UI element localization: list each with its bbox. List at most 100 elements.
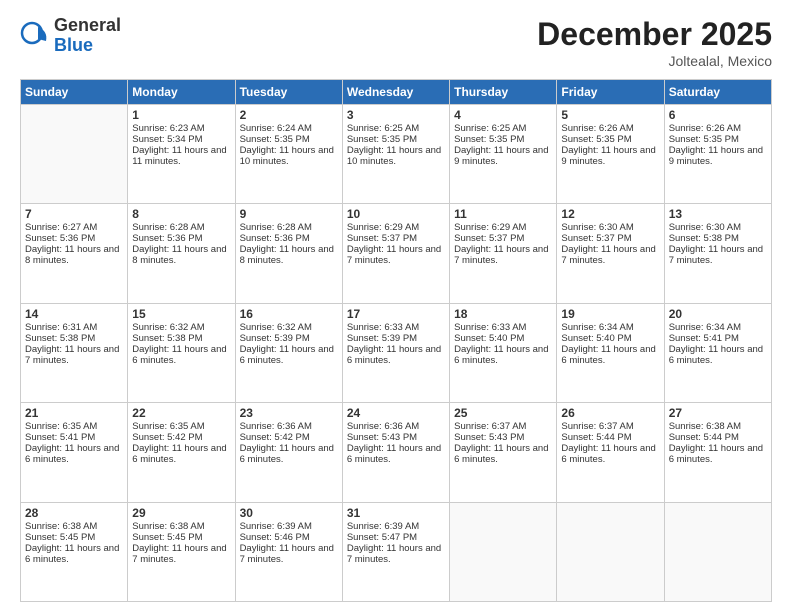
day-info: Sunset: 5:35 PM: [240, 134, 338, 145]
day-cell: 27Sunrise: 6:38 AMSunset: 5:44 PMDayligh…: [664, 403, 771, 502]
day-info: Daylight: 11 hours and 9 minutes.: [561, 145, 659, 167]
day-info: Sunrise: 6:25 AM: [347, 123, 445, 134]
day-info: Sunset: 5:45 PM: [25, 532, 123, 543]
weekday-header-thursday: Thursday: [450, 80, 557, 105]
weekday-header-friday: Friday: [557, 80, 664, 105]
day-number: 21: [25, 406, 123, 420]
day-info: Daylight: 11 hours and 6 minutes.: [669, 344, 767, 366]
day-cell: 18Sunrise: 6:33 AMSunset: 5:40 PMDayligh…: [450, 303, 557, 402]
day-cell: 24Sunrise: 6:36 AMSunset: 5:43 PMDayligh…: [342, 403, 449, 502]
week-row-0: 1Sunrise: 6:23 AMSunset: 5:34 PMDaylight…: [21, 105, 772, 204]
day-number: 22: [132, 406, 230, 420]
day-info: Sunset: 5:39 PM: [240, 333, 338, 344]
day-number: 16: [240, 307, 338, 321]
day-info: Sunrise: 6:25 AM: [454, 123, 552, 134]
day-info: Sunset: 5:46 PM: [240, 532, 338, 543]
day-info: Daylight: 11 hours and 7 minutes.: [132, 543, 230, 565]
day-info: Sunrise: 6:24 AM: [240, 123, 338, 134]
day-info: Sunset: 5:40 PM: [561, 333, 659, 344]
day-number: 23: [240, 406, 338, 420]
day-number: 27: [669, 406, 767, 420]
day-info: Sunrise: 6:38 AM: [132, 521, 230, 532]
day-number: 13: [669, 207, 767, 221]
page: General Blue December 2025 Joltealal, Me…: [0, 0, 792, 612]
day-info: Daylight: 11 hours and 7 minutes.: [347, 244, 445, 266]
day-info: Daylight: 11 hours and 8 minutes.: [132, 244, 230, 266]
day-number: 5: [561, 108, 659, 122]
day-info: Sunset: 5:38 PM: [669, 233, 767, 244]
day-info: Sunrise: 6:37 AM: [561, 421, 659, 432]
day-number: 1: [132, 108, 230, 122]
day-number: 15: [132, 307, 230, 321]
day-number: 11: [454, 207, 552, 221]
day-info: Sunset: 5:35 PM: [454, 134, 552, 145]
day-info: Sunset: 5:40 PM: [454, 333, 552, 344]
day-info: Daylight: 11 hours and 6 minutes.: [132, 344, 230, 366]
calendar-header: SundayMondayTuesdayWednesdayThursdayFrid…: [21, 80, 772, 105]
day-info: Sunrise: 6:27 AM: [25, 222, 123, 233]
day-info: Sunset: 5:36 PM: [25, 233, 123, 244]
day-info: Sunset: 5:43 PM: [454, 432, 552, 443]
day-info: Sunset: 5:37 PM: [347, 233, 445, 244]
day-info: Sunset: 5:38 PM: [132, 333, 230, 344]
day-info: Sunrise: 6:35 AM: [132, 421, 230, 432]
day-info: Daylight: 11 hours and 8 minutes.: [25, 244, 123, 266]
day-info: Sunset: 5:43 PM: [347, 432, 445, 443]
day-info: Sunrise: 6:31 AM: [25, 322, 123, 333]
day-info: Sunset: 5:35 PM: [561, 134, 659, 145]
header: General Blue December 2025 Joltealal, Me…: [20, 16, 772, 69]
day-info: Sunrise: 6:32 AM: [132, 322, 230, 333]
day-cell: 26Sunrise: 6:37 AMSunset: 5:44 PMDayligh…: [557, 403, 664, 502]
day-info: Daylight: 11 hours and 6 minutes.: [669, 443, 767, 465]
logo-general-text: General: [54, 16, 121, 36]
day-info: Sunrise: 6:39 AM: [240, 521, 338, 532]
day-cell: [664, 502, 771, 601]
day-info: Daylight: 11 hours and 8 minutes.: [240, 244, 338, 266]
day-info: Sunrise: 6:30 AM: [669, 222, 767, 233]
day-cell: 12Sunrise: 6:30 AMSunset: 5:37 PMDayligh…: [557, 204, 664, 303]
weekday-header-sunday: Sunday: [21, 80, 128, 105]
day-number: 17: [347, 307, 445, 321]
day-info: Daylight: 11 hours and 6 minutes.: [347, 344, 445, 366]
day-cell: 28Sunrise: 6:38 AMSunset: 5:45 PMDayligh…: [21, 502, 128, 601]
day-cell: 30Sunrise: 6:39 AMSunset: 5:46 PMDayligh…: [235, 502, 342, 601]
day-number: 29: [132, 506, 230, 520]
day-cell: [450, 502, 557, 601]
day-info: Sunrise: 6:32 AM: [240, 322, 338, 333]
day-info: Sunrise: 6:35 AM: [25, 421, 123, 432]
day-info: Sunset: 5:41 PM: [25, 432, 123, 443]
day-cell: 13Sunrise: 6:30 AMSunset: 5:38 PMDayligh…: [664, 204, 771, 303]
day-cell: 3Sunrise: 6:25 AMSunset: 5:35 PMDaylight…: [342, 105, 449, 204]
day-info: Daylight: 11 hours and 7 minutes.: [669, 244, 767, 266]
day-number: 6: [669, 108, 767, 122]
day-info: Sunset: 5:41 PM: [669, 333, 767, 344]
day-cell: 2Sunrise: 6:24 AMSunset: 5:35 PMDaylight…: [235, 105, 342, 204]
day-cell: 4Sunrise: 6:25 AMSunset: 5:35 PMDaylight…: [450, 105, 557, 204]
day-number: 18: [454, 307, 552, 321]
day-cell: 25Sunrise: 6:37 AMSunset: 5:43 PMDayligh…: [450, 403, 557, 502]
day-cell: 9Sunrise: 6:28 AMSunset: 5:36 PMDaylight…: [235, 204, 342, 303]
day-cell: 7Sunrise: 6:27 AMSunset: 5:36 PMDaylight…: [21, 204, 128, 303]
day-info: Sunrise: 6:23 AM: [132, 123, 230, 134]
day-info: Sunset: 5:45 PM: [132, 532, 230, 543]
day-info: Sunset: 5:36 PM: [132, 233, 230, 244]
day-number: 31: [347, 506, 445, 520]
day-info: Sunset: 5:36 PM: [240, 233, 338, 244]
day-info: Daylight: 11 hours and 6 minutes.: [561, 344, 659, 366]
day-info: Sunset: 5:35 PM: [347, 134, 445, 145]
day-info: Daylight: 11 hours and 6 minutes.: [454, 344, 552, 366]
day-cell: 8Sunrise: 6:28 AMSunset: 5:36 PMDaylight…: [128, 204, 235, 303]
title-block: December 2025 Joltealal, Mexico: [537, 16, 772, 69]
day-info: Daylight: 11 hours and 6 minutes.: [561, 443, 659, 465]
day-cell: 19Sunrise: 6:34 AMSunset: 5:40 PMDayligh…: [557, 303, 664, 402]
day-number: 28: [25, 506, 123, 520]
day-info: Sunset: 5:42 PM: [240, 432, 338, 443]
weekday-header-wednesday: Wednesday: [342, 80, 449, 105]
day-info: Sunrise: 6:34 AM: [669, 322, 767, 333]
day-info: Daylight: 11 hours and 7 minutes.: [454, 244, 552, 266]
day-info: Sunrise: 6:39 AM: [347, 521, 445, 532]
day-info: Sunrise: 6:28 AM: [132, 222, 230, 233]
logo-blue-text: Blue: [54, 36, 121, 56]
day-number: 19: [561, 307, 659, 321]
day-cell: 29Sunrise: 6:38 AMSunset: 5:45 PMDayligh…: [128, 502, 235, 601]
